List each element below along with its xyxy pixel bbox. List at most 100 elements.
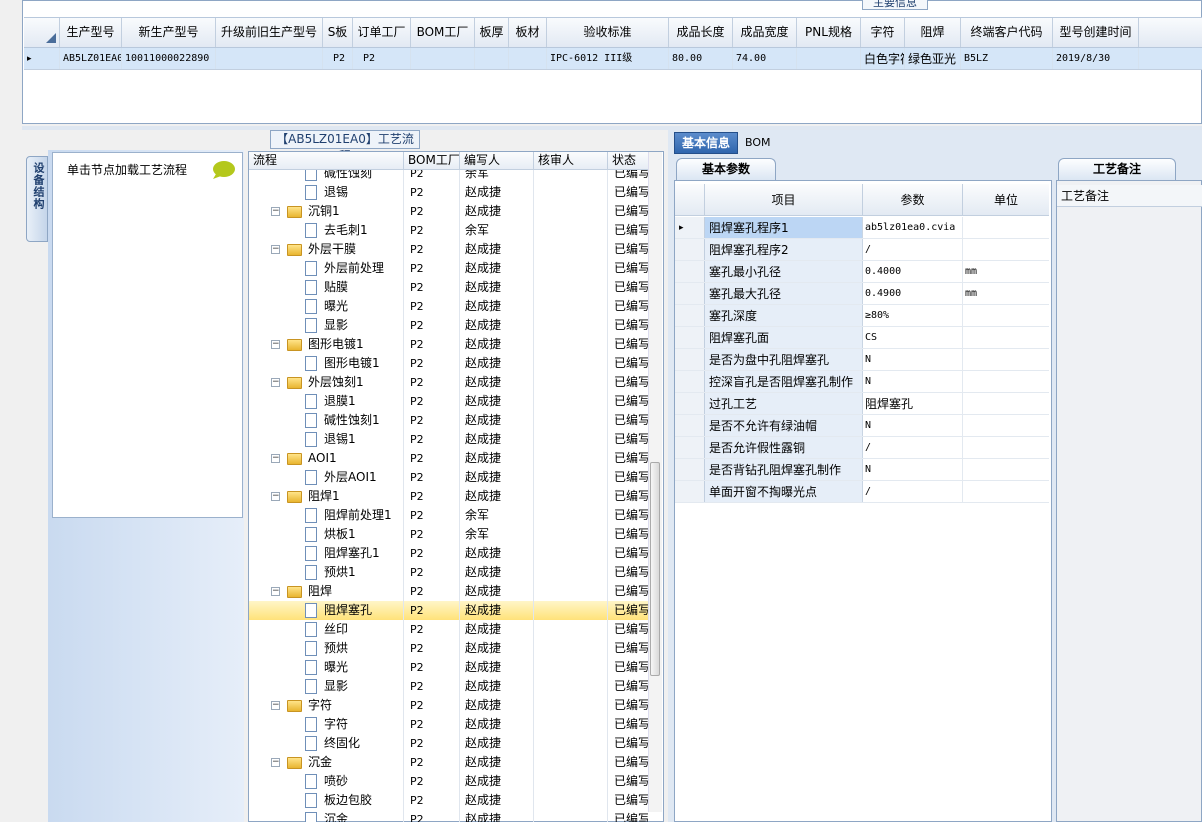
col-header[interactable]: 生产型号 [60, 18, 122, 47]
flow-tree-row[interactable]: − 外层干膜 P2 赵成捷 已编写 [249, 240, 648, 259]
tab-bom[interactable]: BOM [745, 134, 785, 152]
param-value[interactable]: N [863, 459, 963, 480]
flow-tree-row[interactable]: 曝光 P2 赵成捷 已编写 [249, 297, 648, 316]
flow-tree-row[interactable]: 预烘 P2 赵成捷 已编写 [249, 639, 648, 658]
process-notes-tab[interactable]: 工艺备注 [1058, 158, 1176, 180]
flow-tree-row[interactable]: 外层前处理 P2 赵成捷 已编写 [249, 259, 648, 278]
tree-node[interactable]: 丝印 [249, 620, 404, 639]
tree-node[interactable]: 预烘 [249, 639, 404, 658]
tree-node[interactable]: 字符 [249, 715, 404, 734]
process-flow-tab[interactable]: 【AB5LZ01EA0】工艺流程 [270, 130, 420, 163]
flow-tree-row[interactable]: 外层AOI1 P2 赵成捷 已编写 [249, 468, 648, 487]
flow-tree-row[interactable]: − 阻焊 P2 赵成捷 已编写 [249, 582, 648, 601]
collapse-toggle-icon[interactable]: − [271, 245, 280, 254]
col-header[interactable]: 板厚 [475, 18, 509, 47]
col-header[interactable]: 新生产型号 [122, 18, 216, 47]
param-value[interactable]: / [863, 239, 963, 260]
tree-node[interactable]: 曝光 [249, 658, 404, 677]
flow-col-header[interactable]: 流程 [249, 152, 404, 169]
tree-node[interactable]: 碱性蚀刻1 [249, 411, 404, 430]
col-header[interactable]: 字符 [861, 18, 905, 47]
tree-node[interactable]: − 字符 [249, 696, 404, 715]
flow-tree-row[interactable]: 退膜1 P2 赵成捷 已编写 [249, 392, 648, 411]
cell[interactable] [411, 48, 475, 69]
basic-params-tab[interactable]: 基本参数 [676, 158, 776, 180]
tree-node[interactable]: 曝光 [249, 297, 404, 316]
tree-node[interactable]: 板边包胶 [249, 791, 404, 810]
flow-col-header[interactable]: 核审人 [534, 152, 608, 169]
flow-tree-row[interactable]: 贴膜 P2 赵成捷 已编写 [249, 278, 648, 297]
cell[interactable]: B5LZ [961, 48, 1053, 69]
flow-tree-row[interactable]: 阻焊塞孔1 P2 赵成捷 已编写 [249, 544, 648, 563]
param-row[interactable]: 单面开窗不掏曝光点 / [675, 481, 1049, 503]
flow-tree-row[interactable]: 板边包胶 P2 赵成捷 已编写 [249, 791, 648, 810]
flow-tree-row[interactable]: − 图形电镀1 P2 赵成捷 已编写 [249, 335, 648, 354]
flow-tree-row[interactable]: − 外层蚀刻1 P2 赵成捷 已编写 [249, 373, 648, 392]
tree-node[interactable]: 退锡 [249, 183, 404, 202]
cell[interactable]: 绿色亚光 [905, 48, 961, 69]
tree-node[interactable]: 贴膜 [249, 278, 404, 297]
flow-tree-row[interactable]: 丝印 P2 赵成捷 已编写 [249, 620, 648, 639]
corner-header[interactable] [24, 18, 60, 47]
flow-tree-row[interactable]: − 阻焊1 P2 赵成捷 已编写 [249, 487, 648, 506]
flow-tree-row[interactable]: 退锡1 P2 赵成捷 已编写 [249, 430, 648, 449]
tree-node[interactable]: − 外层蚀刻1 [249, 373, 404, 392]
col-header[interactable]: 成品长度 [669, 18, 733, 47]
tree-node[interactable]: 碱性蚀刻 [249, 170, 404, 183]
tree-node[interactable]: 显影 [249, 677, 404, 696]
param-row[interactable]: 是否允许假性露铜 / [675, 437, 1049, 459]
flow-tree-row[interactable]: 图形电镀1 P2 赵成捷 已编写 [249, 354, 648, 373]
col-header[interactable]: 订单工厂 [353, 18, 411, 47]
main-info-data-row[interactable]: ▸ AB5LZ01EA0 10011000022890 P2 P2 IPC-6012 II… [24, 48, 1202, 70]
tree-node[interactable]: − AOI1 [249, 449, 404, 468]
col-header[interactable]: S板 [323, 18, 353, 47]
col-header[interactable]: 成品宽度 [733, 18, 797, 47]
row-indicator[interactable]: ▸ [24, 48, 60, 69]
col-header[interactable]: 型号创建时间 [1053, 18, 1139, 47]
col-item[interactable]: 项目 [705, 184, 863, 215]
cell[interactable]: 74.00 [733, 48, 797, 69]
col-header[interactable]: 板材 [509, 18, 547, 47]
flow-tree-row[interactable]: − AOI1 P2 赵成捷 已编写 [249, 449, 648, 468]
col-header[interactable]: 升级前旧生产型号 [216, 18, 323, 47]
collapse-toggle-icon[interactable]: − [271, 207, 280, 216]
tree-node[interactable]: 显影 [249, 316, 404, 335]
tree-node[interactable]: 退锡1 [249, 430, 404, 449]
tree-node[interactable]: 预烘1 [249, 563, 404, 582]
flow-tree-row[interactable]: − 沉铜1 P2 赵成捷 已编写 [249, 202, 648, 221]
cell[interactable] [216, 48, 323, 69]
tree-node[interactable]: − 沉铜1 [249, 202, 404, 221]
tree-node[interactable]: 图形电镀1 [249, 354, 404, 373]
flow-col-header[interactable]: 编写人 [460, 152, 534, 169]
param-row[interactable]: ▸ 阻焊塞孔程序1 ab5lz01ea0.cvia [675, 217, 1049, 239]
tree-node[interactable]: − 沉金 [249, 753, 404, 772]
tree-node[interactable]: 去毛刺1 [249, 221, 404, 240]
cell[interactable] [475, 48, 509, 69]
flow-tree-row[interactable]: 阻焊塞孔 P2 赵成捷 已编写 [249, 601, 648, 620]
tree-node[interactable]: − 阻焊1 [249, 487, 404, 506]
flow-tree-row[interactable]: 预烘1 P2 赵成捷 已编写 [249, 563, 648, 582]
flow-tree-row[interactable]: 烘板1 P2 余军 已编写 [249, 525, 648, 544]
tree-node[interactable]: 阻焊塞孔1 [249, 544, 404, 563]
tree-node[interactable]: 阻焊前处理1 [249, 506, 404, 525]
col-header[interactable]: BOM工厂 [411, 18, 475, 47]
param-row[interactable]: 过孔工艺 阻焊塞孔 [675, 393, 1049, 415]
tree-node[interactable]: 烘板1 [249, 525, 404, 544]
param-row[interactable]: 阻焊塞孔程序2/ [675, 239, 1049, 261]
param-row[interactable]: 控深盲孔是否阻焊塞孔制作 N [675, 371, 1049, 393]
cell[interactable]: 80.00 [669, 48, 733, 69]
flow-tree-row[interactable]: 退锡 P2 赵成捷 已编写 [249, 183, 648, 202]
col-header[interactable]: 阻焊 [905, 18, 961, 47]
cell[interactable] [509, 48, 547, 69]
process-notes-panel[interactable] [1056, 180, 1202, 822]
tree-node[interactable]: 沉金 [249, 810, 404, 822]
param-value[interactable]: 阻焊塞孔 [863, 393, 963, 414]
collapse-toggle-icon[interactable]: − [271, 758, 280, 767]
tree-node[interactable]: 退膜1 [249, 392, 404, 411]
flow-tree-row[interactable]: 终固化 P2 赵成捷 已编写 [249, 734, 648, 753]
param-value[interactable]: N [863, 349, 963, 370]
speech-bubble-icon[interactable] [210, 160, 236, 180]
collapse-toggle-icon[interactable]: − [271, 701, 280, 710]
param-value[interactable]: ≥80% [863, 305, 963, 326]
cell[interactable]: 10011000022890 [122, 48, 216, 69]
